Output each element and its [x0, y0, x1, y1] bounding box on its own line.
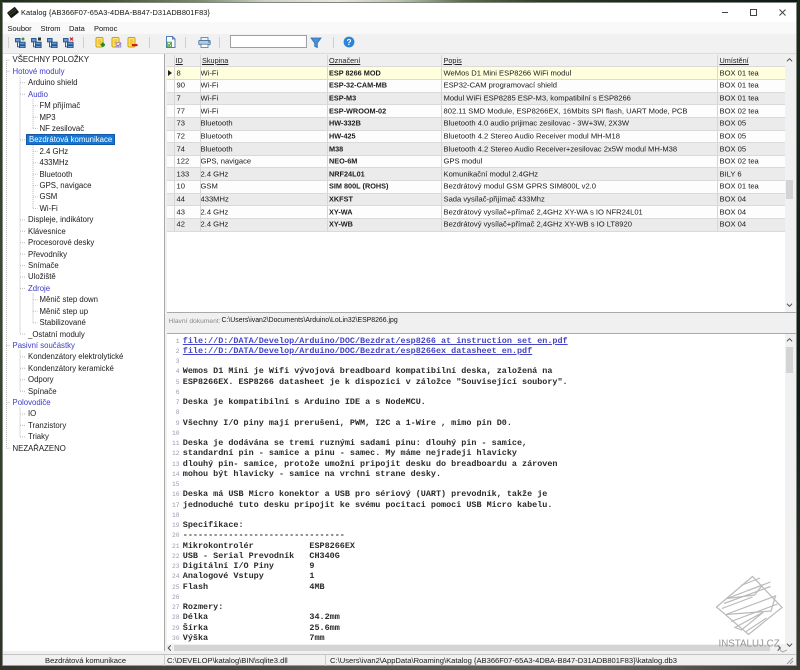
svg-text:?: ?: [346, 38, 351, 47]
svg-text:INSTALUJ.CZ: INSTALUJ.CZ: [719, 639, 780, 650]
